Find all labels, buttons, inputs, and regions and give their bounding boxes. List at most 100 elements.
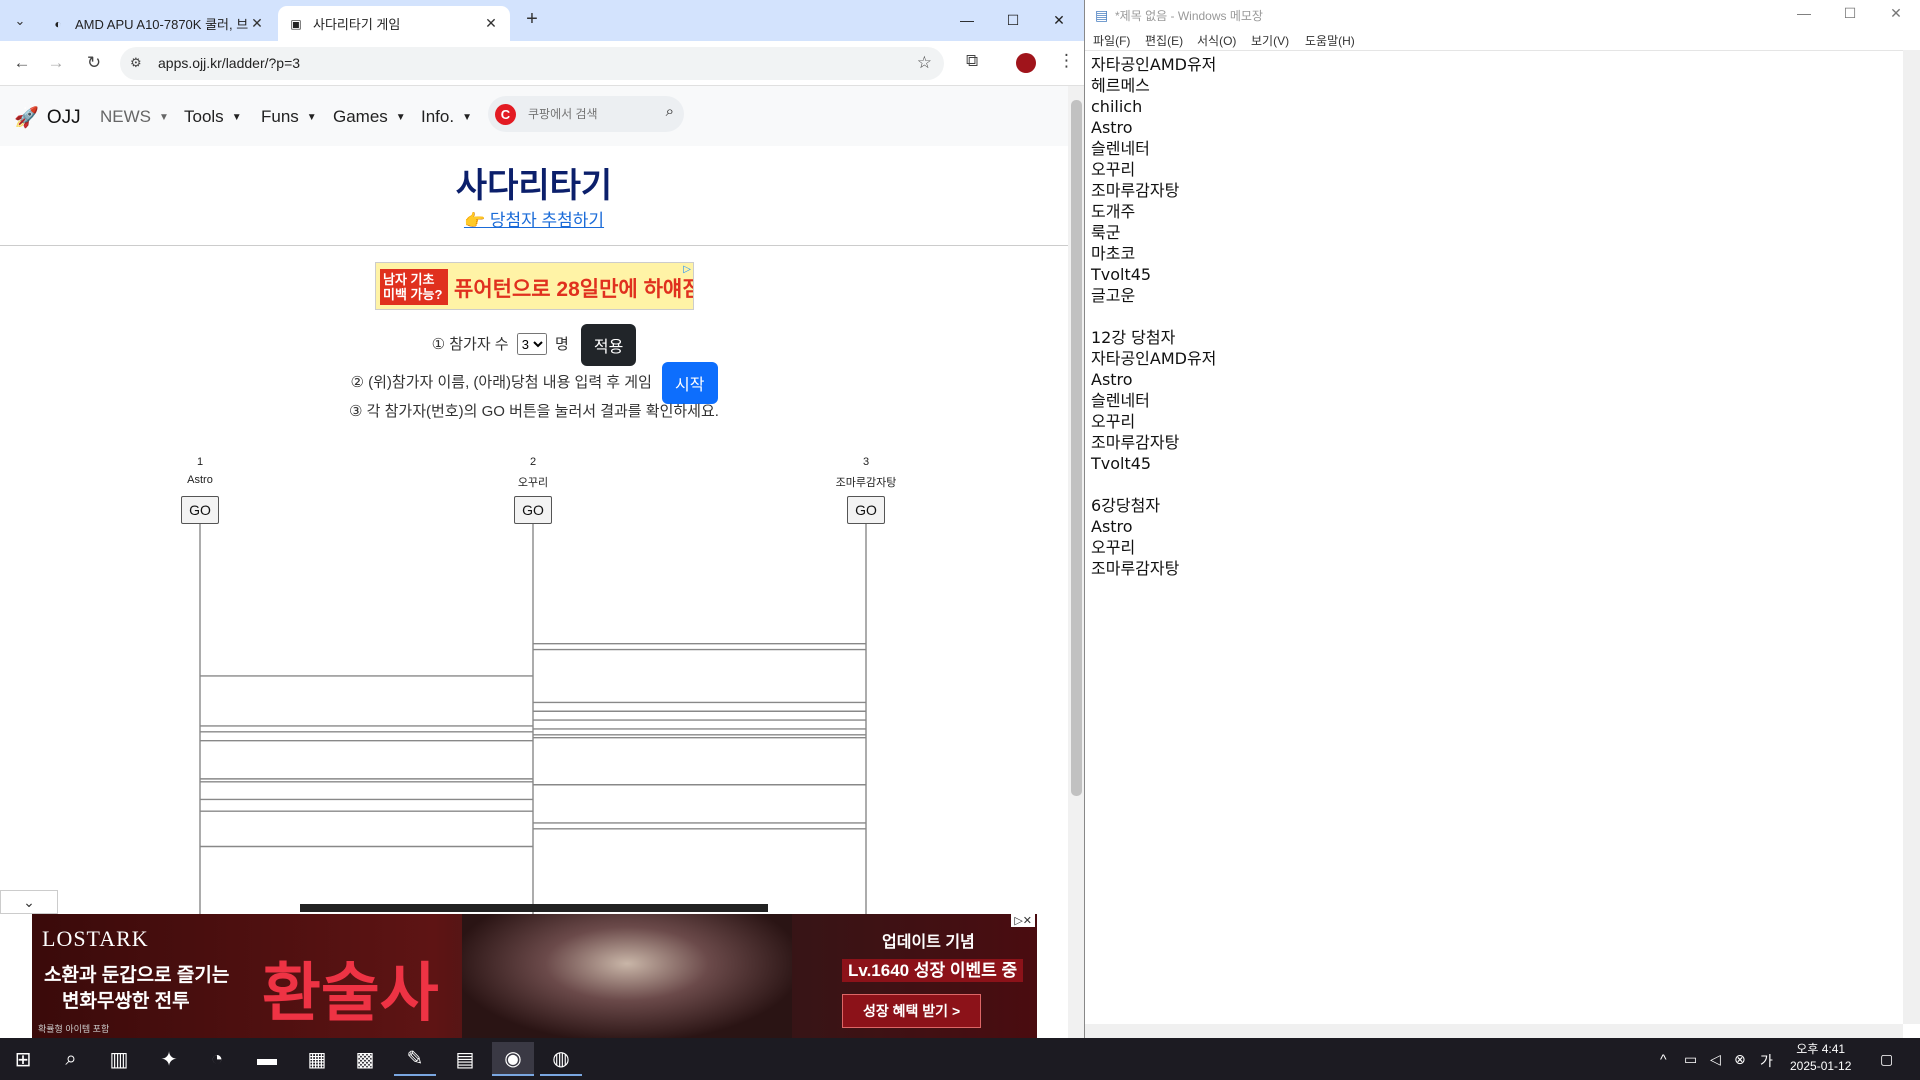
tab-amd-apu[interactable]: ◐ AMD APU A10-7870K 쿨러, 브 ✕ xyxy=(40,6,276,41)
notepad-line: Astro xyxy=(1091,118,1133,137)
tab-strip: ⌄ ◐ AMD APU A10-7870K 쿨러, 브 ✕ ▣ 사다리타기 게임… xyxy=(0,0,1084,41)
notepad-line: 자타공인AMD유저 xyxy=(1091,349,1217,368)
notification-icon[interactable]: ▢ xyxy=(1880,1051,1893,1068)
tab-favicon-icon: ◐ xyxy=(54,16,62,31)
close-window-button[interactable]: ✕ xyxy=(1873,5,1919,22)
new-tab-button[interactable]: + xyxy=(520,8,544,32)
ad-brand: LOSTARK xyxy=(42,926,149,951)
start-button[interactable]: ⊞ xyxy=(2,1042,44,1076)
ad-update: 업데이트 기념 xyxy=(882,934,975,951)
bookmark-star-icon[interactable]: ☆ xyxy=(917,53,932,73)
close-window-button[interactable]: ✕ xyxy=(1036,8,1082,32)
edge-icon[interactable]: ◔ xyxy=(196,1042,238,1076)
ad-cta-button[interactable]: 성장 혜택 받기 > xyxy=(842,994,982,1028)
minimize-button[interactable]: — xyxy=(944,8,990,32)
menu-file[interactable]: 파일(F) xyxy=(1093,32,1130,49)
participant-count-select[interactable]: 3 xyxy=(516,333,547,356)
volume-icon[interactable]: ◁ xyxy=(1710,1051,1721,1068)
back-button[interactable]: ← xyxy=(10,51,34,75)
ad-strip xyxy=(300,904,768,912)
network-icon[interactable]: ▭ xyxy=(1684,1051,1697,1068)
coupang-search-input[interactable] xyxy=(528,104,648,124)
notepad-line: 헤르메스 xyxy=(1091,76,1150,95)
url-text[interactable]: apps.ojj.kr/ladder/?p=3 xyxy=(158,55,300,71)
nav-info[interactable]: Info. ▼ xyxy=(421,107,472,127)
copilot-icon[interactable]: ✦ xyxy=(148,1042,190,1076)
nav-label: NEWS xyxy=(100,107,151,126)
browser-toolbar: ← → ↻ ⚙ apps.ojj.kr/ladder/?p=3 ☆ ⧉ ⋮ xyxy=(0,41,1084,86)
caret-down-icon: ▼ xyxy=(395,112,406,124)
notepad-title: *제목 없음 - Windows 메모장 xyxy=(1115,9,1263,23)
menu-edit[interactable]: 편집(E) xyxy=(1145,32,1183,49)
rocket-icon: 🚀 xyxy=(14,107,39,129)
page-title: 사다리타기 xyxy=(455,167,613,205)
notepad-menubar: 파일(F) 편집(E) 서식(O) 보기(V) 도움말(H) xyxy=(1085,30,1920,50)
ad-big-title: 환술사 xyxy=(262,958,439,1029)
menu-format[interactable]: 서식(O) xyxy=(1197,32,1236,49)
site-info-icon[interactable]: ⚙ xyxy=(130,55,142,71)
system-clock[interactable]: 오후 4:41 2025-01-12 xyxy=(1790,1041,1851,1075)
ad-line2: 변화무쌍한 전투 xyxy=(62,991,190,1012)
ladder-lines xyxy=(199,524,867,920)
nav-news[interactable]: NEWS ▼ xyxy=(100,107,169,127)
notepad-text-area[interactable]: 자타공인AMD유저 헤르메스 chilich Astro 슬렌네터 오꾸리 조마루감자탕 도개… xyxy=(1085,50,1903,1024)
page-scrollbar[interactable] xyxy=(1068,86,1084,1038)
scrollbar-thumb[interactable] xyxy=(1071,100,1082,796)
notepad-vertical-scrollbar[interactable] xyxy=(1903,50,1920,1024)
step3-text: ③ 각 참가자(번호)의 GO 버튼을 눌러서 결과를 확인하세요. xyxy=(349,403,719,420)
reload-button[interactable]: ↻ xyxy=(82,51,106,75)
notepad-horizontal-scrollbar[interactable] xyxy=(1085,1024,1903,1038)
adchoices-icon[interactable]: ▷ xyxy=(683,264,691,275)
menu-help[interactable]: 도움말(H) xyxy=(1305,32,1355,49)
winner-draw-link[interactable]: 👉 당첨자 추첨하기 xyxy=(0,206,1068,231)
extensions-icon[interactable]: ⧉ xyxy=(966,51,978,71)
page-viewport: 🚀 OJJ NEWS ▼ Tools ▼ Funs ▼ Games ▼ Info. ▼ C… xyxy=(0,86,1068,1038)
address-bar[interactable]: ⚙ apps.ojj.kr/ladder/?p=3 ☆ xyxy=(120,47,944,80)
file-explorer-icon[interactable]: ▬ xyxy=(246,1042,288,1076)
site-navbar: 🚀 OJJ NEWS ▼ Tools ▼ Funs ▼ Games ▼ Info. ▼ C… xyxy=(0,86,1068,146)
app-running-icon[interactable]: ◍ xyxy=(540,1042,582,1076)
ad-banner-bottom[interactable]: LOSTARK 소환과 둔갑으로 즐기는 변화무쌍한 전투 환술사 확률형 아이… xyxy=(32,914,1037,1038)
nav-games[interactable]: Games ▼ xyxy=(333,107,406,127)
ad-banner-top[interactable]: 남자 기초 미백 가능? 퓨어턴으로 28일만에 하얘짐 ▷ xyxy=(375,262,694,310)
search-icon[interactable]: ⌕ xyxy=(666,103,674,120)
tab-search-button[interactable]: ⌄ xyxy=(6,8,34,34)
app-icon[interactable]: ▩ xyxy=(344,1042,386,1076)
coupang-logo-icon: C xyxy=(495,104,516,125)
nav-funs[interactable]: Funs ▼ xyxy=(261,107,317,127)
nav-label: Tools xyxy=(184,107,224,126)
site-logo[interactable]: 🚀 OJJ xyxy=(14,105,81,130)
ad-close-icon[interactable]: ▷✕ xyxy=(1011,914,1035,927)
chevron-up-icon[interactable]: ^ xyxy=(1660,1051,1667,1067)
profile-avatar[interactable] xyxy=(1016,53,1036,73)
start-button[interactable]: 시작 xyxy=(662,362,718,404)
tab-ladder-game[interactable]: ▣ 사다리타기 게임 ✕ xyxy=(278,6,510,41)
search-icon[interactable]: ⌕ xyxy=(50,1042,92,1076)
maximize-button[interactable]: ☐ xyxy=(1827,5,1873,22)
coupang-search: C ⌕ xyxy=(488,96,684,132)
nav-tools[interactable]: Tools ▼ xyxy=(184,107,242,127)
status-icon[interactable]: ⊗ xyxy=(1734,1051,1746,1068)
close-tab-icon[interactable]: ✕ xyxy=(482,15,500,32)
collapse-ad-button[interactable]: ⌄ xyxy=(0,890,58,914)
maximize-button[interactable]: ☐ xyxy=(990,8,1036,32)
ad-event-text: Lv.1640 성장 이벤트 중 xyxy=(842,959,1024,982)
tab-title: 사다리타기 게임 xyxy=(313,17,401,32)
close-tab-icon[interactable]: ✕ xyxy=(248,15,266,32)
forward-button[interactable]: → xyxy=(44,51,68,75)
minimize-button[interactable]: — xyxy=(1781,5,1827,21)
task-view-icon[interactable]: ▥ xyxy=(98,1042,140,1076)
notepad-line xyxy=(1091,474,1897,495)
notepad-line: 도개주 xyxy=(1091,202,1136,221)
calculator-icon[interactable]: ▤ xyxy=(444,1042,486,1076)
apply-button[interactable]: 적용 xyxy=(580,324,637,366)
ad-character-image xyxy=(462,914,792,1038)
menu-view[interactable]: 보기(V) xyxy=(1251,32,1289,49)
store-icon[interactable]: ▦ xyxy=(296,1042,338,1076)
caret-down-icon: ▼ xyxy=(462,112,472,124)
ime-icon[interactable]: 가 xyxy=(1760,1051,1773,1071)
notepad-line: 오꾸리 xyxy=(1091,412,1136,431)
menu-kebab-icon[interactable]: ⋮ xyxy=(1058,51,1075,71)
notepad-taskbar-icon[interactable]: ✎ xyxy=(394,1042,436,1076)
chrome-icon[interactable]: ◉ xyxy=(492,1042,534,1076)
